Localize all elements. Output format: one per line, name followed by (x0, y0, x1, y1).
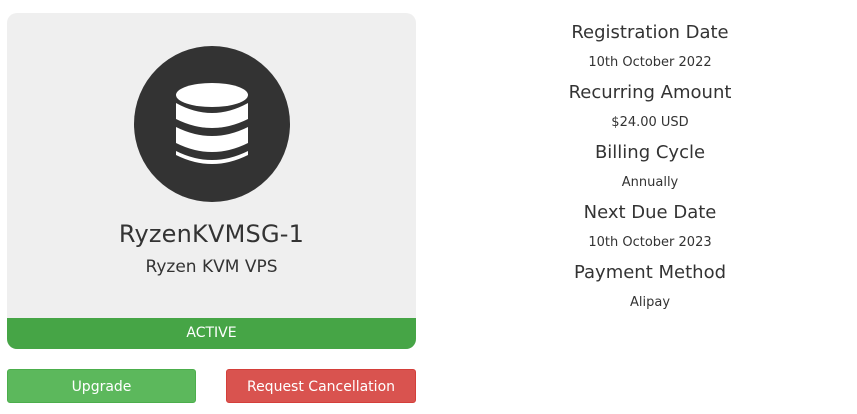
detail-value: 10th October 2023 (588, 235, 712, 250)
detail-label: Registration Date (571, 22, 729, 43)
detail-value: $24.00 USD (611, 115, 689, 130)
detail-value: 10th October 2022 (588, 55, 712, 70)
detail-label: Billing Cycle (594, 142, 706, 163)
detail-label: Recurring Amount (568, 82, 732, 103)
request-cancellation-button[interactable]: Request Cancellation (226, 369, 416, 403)
detail-registration-date: Registration Date 10th October 2022 (500, 20, 800, 80)
database-icon (176, 83, 248, 164)
service-details: Registration Date 10th October 2022 Recu… (500, 20, 800, 320)
product-card: RyzenKVMSG-1 Ryzen KVM VPS ACTIVE (7, 13, 416, 349)
detail-label: Next Due Date (583, 202, 717, 223)
detail-value: Annually (621, 175, 679, 190)
detail-label: Payment Method (573, 262, 727, 283)
detail-value: Alipay (629, 295, 671, 310)
detail-payment-method: Payment Method Alipay (500, 260, 800, 320)
detail-billing-cycle: Billing Cycle Annually (500, 140, 800, 200)
status-badge: ACTIVE (7, 318, 416, 349)
detail-recurring-amount: Recurring Amount $24.00 USD (500, 80, 800, 140)
detail-next-due-date: Next Due Date 10th October 2023 (500, 200, 800, 260)
product-name: RyzenKVMSG-1 (118, 220, 305, 248)
upgrade-button[interactable]: Upgrade (7, 369, 196, 403)
product-icon-circle (134, 46, 290, 202)
product-group: Ryzen KVM VPS (145, 257, 278, 277)
